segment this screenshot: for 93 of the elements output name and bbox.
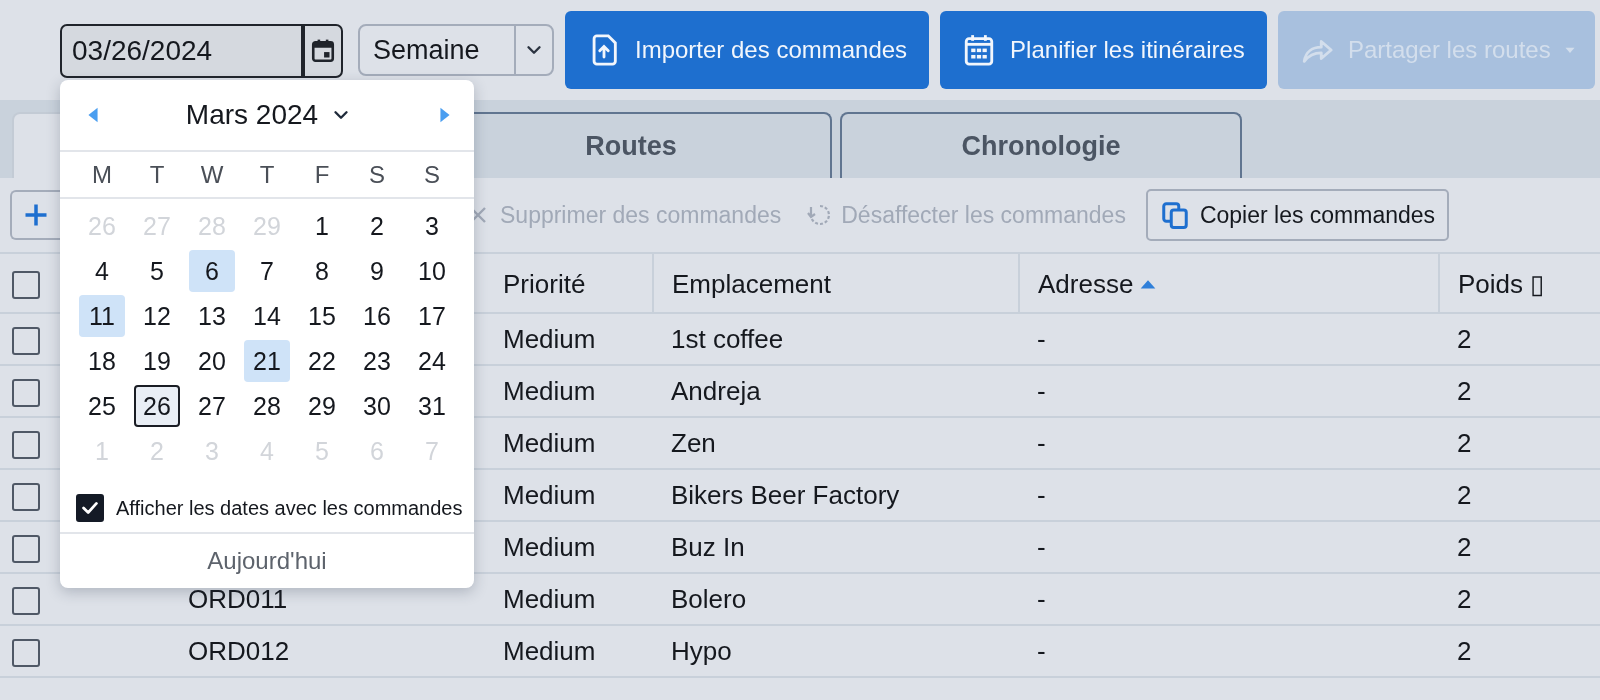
rotate-arrow-icon: [807, 203, 832, 227]
calendar-day[interactable]: 14: [244, 295, 290, 338]
calendar-day[interactable]: 13: [189, 295, 235, 338]
row-checkbox[interactable]: [12, 534, 40, 563]
calendar-day[interactable]: 12: [134, 295, 180, 338]
table-cell: -: [1037, 479, 1046, 510]
table-cell: 2: [1457, 427, 1472, 458]
calendar-day[interactable]: 15: [299, 295, 345, 338]
select-all-checkbox[interactable]: [12, 270, 40, 299]
calendar-day[interactable]: 26: [134, 385, 180, 428]
row-checkbox[interactable]: [12, 326, 40, 355]
calendar-button[interactable]: [303, 23, 343, 78]
toolbar-button[interactable]: Planifier les itinéraires: [940, 11, 1267, 89]
calendar-day[interactable]: 31: [409, 385, 455, 428]
checkbox-label: Afficher les dates avec les commandes: [116, 496, 463, 520]
table-cell: -: [1037, 323, 1046, 354]
column-header[interactable]: Poids ▯: [1439, 253, 1600, 313]
weekday-label: S: [368, 160, 386, 189]
row-checkbox[interactable]: [12, 378, 40, 407]
table-cell: -: [1037, 635, 1046, 666]
table-cell: Andreja: [671, 375, 761, 406]
table-cell: -: [1037, 583, 1046, 614]
table-cell: 2: [1457, 479, 1472, 510]
table-cell: 2: [1457, 583, 1472, 614]
weekday-label: T: [148, 160, 166, 189]
date-field[interactable]: 03/26/2024: [60, 23, 303, 78]
row-checkbox[interactable]: [12, 638, 40, 667]
calendar-day[interactable]: 3: [409, 205, 455, 248]
table-cell: 2: [1457, 531, 1472, 562]
table-cell: Medium: [503, 583, 596, 614]
row-checkbox[interactable]: [12, 586, 40, 615]
table-cell: Medium: [503, 323, 596, 354]
table-cell: ORD012: [188, 635, 290, 666]
table-cell: Medium: [503, 427, 596, 458]
calendar-day[interactable]: 11: [79, 295, 125, 338]
table-cell: 2: [1457, 323, 1472, 354]
table-cell: Medium: [503, 635, 596, 666]
row-checkbox[interactable]: [12, 482, 40, 511]
column-header[interactable]: Adresse: [1019, 253, 1439, 313]
today-button[interactable]: Aujourd'hui: [207, 547, 327, 576]
weekday-label: F: [313, 160, 331, 189]
calendar-day[interactable]: 27: [189, 385, 235, 428]
row-checkbox[interactable]: [12, 430, 40, 459]
period-select[interactable]: Semaine: [358, 24, 554, 76]
month-selector[interactable]: Mars 2024: [185, 98, 353, 131]
tab[interactable]: Chronologie: [840, 112, 1242, 178]
calendar-day[interactable]: 20: [189, 340, 235, 383]
table-cell: Medium: [503, 531, 596, 562]
calendar-day[interactable]: 1: [299, 205, 345, 248]
calendar-day[interactable]: 16: [354, 295, 400, 338]
table-cell: Medium: [503, 479, 596, 510]
table-cell: -: [1037, 427, 1046, 458]
calendar-day[interactable]: 2: [354, 205, 400, 248]
calendar-day[interactable]: 6: [189, 250, 235, 293]
table-cell: Medium: [503, 375, 596, 406]
calendar-day[interactable]: 22: [299, 340, 345, 383]
calendar-day[interactable]: 7: [244, 250, 290, 293]
action-button[interactable]: Copier les commandes: [1145, 189, 1450, 241]
table-cell: Bolero: [671, 583, 747, 614]
table-cell: -: [1037, 375, 1046, 406]
table-cell: 2: [1457, 375, 1472, 406]
column-header[interactable]: Priorité: [485, 253, 653, 313]
table-cell: 1st coffee: [671, 323, 784, 354]
table-cell: Zen: [671, 427, 716, 458]
toolbar-button[interactable]: Importer des commandes: [565, 11, 930, 89]
column-header[interactable]: Emplacement: [653, 253, 1019, 313]
weekday-label: M: [91, 160, 113, 189]
calendar-day[interactable]: 28: [244, 385, 290, 428]
calendar-day[interactable]: 30: [354, 385, 400, 428]
copy-icon: [1159, 200, 1190, 230]
calendar-day[interactable]: 4: [79, 250, 125, 293]
table-cell: Hypo: [671, 635, 732, 666]
table-cell: 2: [1457, 635, 1472, 666]
weekday-label: W: [199, 160, 225, 189]
checkbox[interactable]: [76, 494, 104, 523]
calendar-day[interactable]: 21: [244, 340, 290, 383]
calendar-day[interactable]: 9: [354, 250, 400, 293]
calendar-day[interactable]: 5: [134, 250, 180, 293]
calendar-icon: [310, 37, 336, 64]
table-cell: Bikers Beer Factory: [671, 479, 900, 510]
calendar-day[interactable]: 25: [79, 385, 125, 428]
calendar-day[interactable]: 17: [409, 295, 455, 338]
calendar-day[interactable]: 8: [299, 250, 345, 293]
calendar-day[interactable]: 10: [409, 250, 455, 293]
table-cell: -: [1037, 531, 1046, 562]
calendar-day[interactable]: 19: [134, 340, 180, 383]
weekday-label: T: [258, 160, 276, 189]
calendar-day[interactable]: 23: [354, 340, 400, 383]
table-cell: Buz In: [671, 531, 745, 562]
calendar-day[interactable]: 24: [409, 340, 455, 383]
calendar-day[interactable]: 29: [299, 385, 345, 428]
table-cell: ORD011: [188, 583, 288, 614]
calendar-day[interactable]: 18: [79, 340, 125, 383]
